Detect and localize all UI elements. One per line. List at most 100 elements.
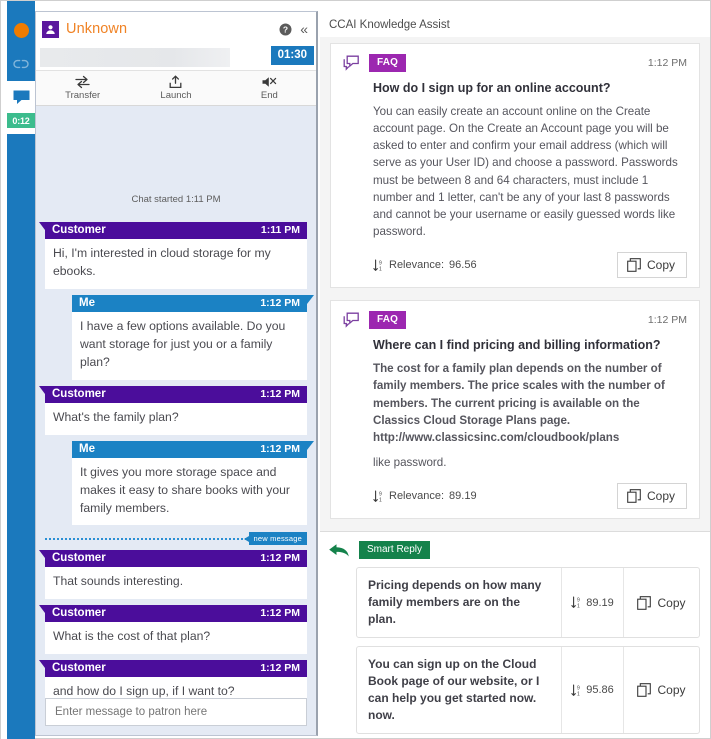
smart-reply-row[interactable]: You can sign up on the Cloud Book page o… bbox=[356, 646, 700, 735]
svg-text:9: 9 bbox=[379, 491, 382, 497]
smart-reply-header: Smart Reply bbox=[328, 541, 700, 559]
faq-card-time: 1:12 PM bbox=[647, 57, 687, 69]
svg-text:1: 1 bbox=[577, 604, 580, 609]
svg-text:1: 1 bbox=[577, 691, 580, 696]
launch-button[interactable]: Launch bbox=[129, 75, 222, 101]
copy-button[interactable]: Copy bbox=[623, 647, 699, 734]
chat-message: Me 1:12 PM I have a few options availabl… bbox=[72, 294, 314, 380]
rail-chat-button[interactable] bbox=[7, 81, 35, 113]
reply-arrow-icon bbox=[328, 542, 350, 559]
message-text: That sounds interesting. bbox=[45, 567, 307, 600]
svg-text:1: 1 bbox=[379, 497, 382, 502]
message-text: It gives you more storage space and make… bbox=[72, 457, 307, 526]
message-header: Me 1:12 PM bbox=[72, 294, 314, 312]
rail-top-stub bbox=[7, 1, 35, 13]
smart-reply-score-value: 89.19 bbox=[586, 596, 614, 609]
status-dot-icon bbox=[13, 22, 29, 38]
relevance-value: 89.19 bbox=[449, 490, 477, 503]
copy-button[interactable]: Copy bbox=[616, 252, 687, 279]
copy-button[interactable]: Copy bbox=[616, 483, 687, 510]
smart-reply-score: 9 1 89.19 bbox=[561, 568, 623, 638]
copy-label: Copy bbox=[646, 489, 675, 504]
sort-relevance-icon: 9 1 bbox=[373, 259, 382, 272]
relevance-value: 96.56 bbox=[449, 259, 477, 272]
message-sender: Customer bbox=[52, 224, 106, 236]
copy-label: Copy bbox=[657, 595, 686, 610]
assist-cards-list[interactable]: FAQ 1:12 PM How do I sign up for an onli… bbox=[320, 37, 710, 531]
transfer-button[interactable]: Transfer bbox=[36, 75, 129, 101]
rail-link-button[interactable] bbox=[7, 47, 35, 81]
new-message-divider: new message bbox=[45, 532, 307, 546]
message-time: 1:12 PM bbox=[260, 296, 300, 309]
faq-card-header: FAQ 1:12 PM bbox=[343, 54, 687, 72]
svg-text:9: 9 bbox=[379, 260, 382, 266]
smart-reply-row[interactable]: Pricing depends on how many family membe… bbox=[356, 567, 700, 639]
copy-label: Copy bbox=[657, 683, 686, 698]
smart-reply-badge: Smart Reply bbox=[359, 541, 431, 559]
faq-card-header: FAQ 1:12 PM bbox=[343, 311, 687, 330]
message-time: 1:12 PM bbox=[260, 607, 300, 620]
relevance-score: 9 1 Relevance: 89.19 bbox=[373, 490, 477, 503]
chat-contact-name: Unknown bbox=[66, 21, 128, 37]
faq-badge: FAQ bbox=[369, 54, 407, 72]
sort-relevance-icon: 9 1 bbox=[571, 684, 580, 697]
faq-card-footer: 9 1 Relevance: 89.19 Copy bbox=[373, 483, 687, 510]
chain-link-icon bbox=[13, 59, 29, 69]
chat-subheader: 01:30 bbox=[36, 46, 316, 70]
copy-icon bbox=[637, 683, 652, 698]
message-text: I have a few options available. Do you w… bbox=[72, 311, 307, 380]
message-sender: Customer bbox=[52, 662, 106, 675]
message-header: Customer 1:12 PM bbox=[39, 550, 307, 568]
copy-icon bbox=[627, 258, 641, 273]
left-rail: 0:12 bbox=[1, 1, 35, 739]
relevance-label: Relevance: bbox=[389, 259, 445, 272]
message-time: 1:11 PM bbox=[260, 224, 300, 236]
chat-bubbles-icon bbox=[343, 312, 360, 328]
sort-relevance-icon: 9 1 bbox=[571, 596, 580, 609]
transfer-arrows-icon bbox=[75, 75, 90, 89]
svg-text:1: 1 bbox=[379, 266, 382, 271]
double-chevron-left-icon[interactable]: « bbox=[300, 22, 308, 36]
faq-card-footer: 9 1 Relevance: 96.56 Copy bbox=[373, 252, 687, 279]
chat-message-input[interactable] bbox=[45, 698, 307, 726]
call-timer-badge: 01:30 bbox=[270, 46, 314, 65]
chat-panel: Unknown ? « 01:30 Transfer Launch End Ch… bbox=[35, 11, 318, 736]
speaker-mute-icon bbox=[262, 77, 277, 87]
rail-timer-badge: 0:12 bbox=[7, 113, 35, 128]
message-text: What is the cost of that plan? bbox=[45, 622, 307, 655]
message-header: Me 1:12 PM bbox=[72, 440, 314, 458]
chat-message: Customer 1:12 PM What is the cost of tha… bbox=[39, 605, 307, 655]
message-header: Customer 1:12 PM bbox=[39, 605, 307, 623]
faq-answer: You can easily create an account online … bbox=[373, 105, 678, 239]
faq-question: How do I sign up for an online account? bbox=[373, 81, 611, 95]
assist-panel-title: CCAI Knowledge Assist bbox=[329, 19, 450, 31]
end-button[interactable]: End bbox=[223, 75, 316, 101]
launch-upload-icon bbox=[170, 75, 182, 89]
transfer-label: Transfer bbox=[65, 90, 101, 101]
chat-bubbles-icon bbox=[343, 55, 360, 71]
help-icon[interactable]: ? bbox=[279, 23, 292, 36]
faq-answer: The cost for a family plan depends on th… bbox=[373, 362, 665, 444]
relevance-score: 9 1 Relevance: 96.56 bbox=[373, 259, 477, 272]
message-sender: Me bbox=[79, 296, 95, 309]
chat-composer bbox=[45, 698, 307, 726]
faq-card: FAQ 1:12 PM Where can I find pricing and… bbox=[330, 300, 700, 520]
message-time: 1:12 PM bbox=[260, 387, 300, 400]
chat-message: Customer 1:11 PM Hi, I'm interested in c… bbox=[39, 222, 307, 289]
message-time: 1:12 PM bbox=[260, 552, 300, 565]
chat-started-label: Chat started 1:11 PM bbox=[131, 194, 221, 205]
app-window: 0:12 Unknown ? « 01:30 Transfer Launch E… bbox=[0, 0, 711, 739]
faq-badge: FAQ bbox=[369, 311, 407, 330]
rail-status-button[interactable] bbox=[7, 13, 35, 47]
message-time: 1:12 PM bbox=[260, 662, 300, 675]
message-sender: Customer bbox=[52, 607, 106, 620]
knowledge-assist-panel: CCAI Knowledge Assist FAQ 1:12 PM How do… bbox=[320, 11, 710, 736]
copy-button[interactable]: Copy bbox=[623, 568, 699, 638]
chat-transcript[interactable]: Chat started 1:11 PM Customer 1:11 PM Hi… bbox=[36, 106, 316, 723]
message-text: Hi, I'm interested in cloud storage for … bbox=[45, 239, 307, 289]
smart-reply-score: 9 1 95.86 bbox=[561, 647, 623, 734]
smart-reply-text: You can sign up on the Cloud Book page o… bbox=[368, 657, 540, 723]
copy-label: Copy bbox=[646, 258, 675, 273]
smart-reply-score-value: 95.86 bbox=[586, 684, 614, 697]
new-message-label: new message bbox=[243, 532, 307, 546]
